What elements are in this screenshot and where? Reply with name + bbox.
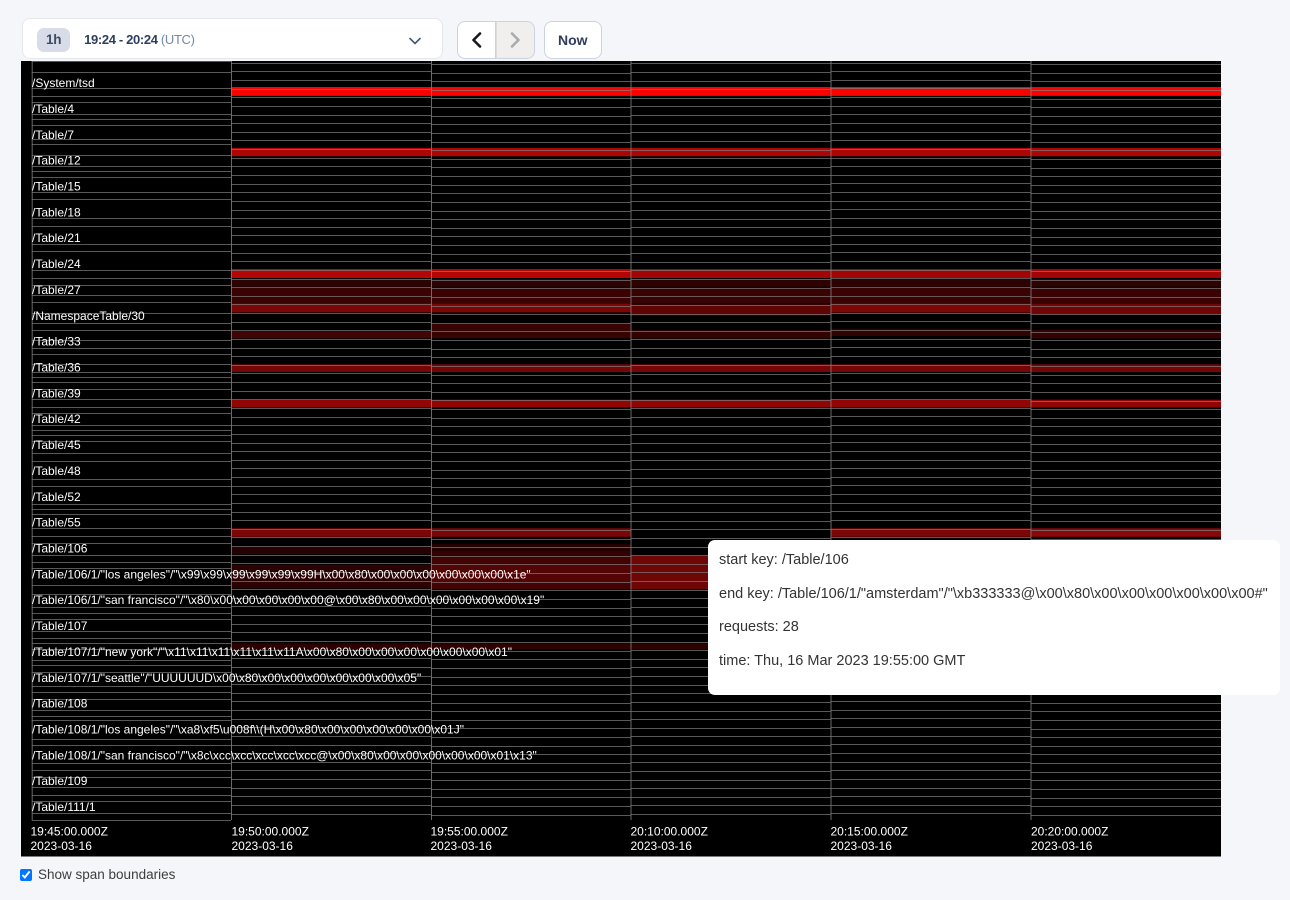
svg-text:/Table/106/1/"san francisco"/": /Table/106/1/"san francisco"/"\x80\x00\x… (32, 593, 544, 607)
svg-text:19:50:00.000Z: 19:50:00.000Z (232, 824, 309, 838)
svg-text:/NamespaceTable/30: /NamespaceTable/30 (32, 309, 145, 323)
svg-text:/Table/24: /Table/24 (32, 257, 81, 271)
svg-text:19:45:00.000Z: 19:45:00.000Z (31, 824, 108, 838)
svg-text:2023-03-16: 2023-03-16 (831, 839, 893, 853)
svg-text:/Table/27: /Table/27 (32, 283, 81, 297)
svg-text:/Table/15: /Table/15 (32, 180, 81, 194)
svg-text:/Table/108/1/"san francisco"/": /Table/108/1/"san francisco"/"\x8c\xcc\x… (32, 748, 537, 762)
svg-text:/Table/4: /Table/4 (32, 102, 74, 116)
svg-text:/Table/45: /Table/45 (32, 438, 81, 452)
svg-text:/Table/21: /Table/21 (32, 231, 81, 245)
svg-text:/Table/111/1: /Table/111/1 (32, 800, 96, 814)
svg-text:2023-03-16: 2023-03-16 (631, 839, 693, 853)
svg-text:/Table/55: /Table/55 (32, 516, 81, 530)
svg-text:20:20:00.000Z: 20:20:00.000Z (1031, 824, 1108, 838)
svg-text:/Table/107/1/"new york"/"\x11\: /Table/107/1/"new york"/"\x11\x11\x11\x1… (32, 645, 512, 659)
svg-text:/Table/106/1/"los angeles"/"\x: /Table/106/1/"los angeles"/"\x99\x99\x99… (32, 567, 531, 581)
svg-text:/System/tsd: /System/tsd (32, 76, 95, 90)
svg-text:/Table/108: /Table/108 (32, 697, 88, 711)
svg-text:/Table/109: /Table/109 (32, 774, 88, 788)
svg-text:2023-03-16: 2023-03-16 (232, 839, 294, 853)
svg-text:/Table/42: /Table/42 (32, 412, 81, 426)
svg-text:/Table/12: /Table/12 (32, 154, 81, 168)
svg-text:/Table/107: /Table/107 (32, 619, 88, 633)
svg-text:2023-03-16: 2023-03-16 (431, 839, 493, 853)
svg-text:2023-03-16: 2023-03-16 (1031, 839, 1093, 853)
svg-text:19:55:00.000Z: 19:55:00.000Z (431, 824, 508, 838)
svg-text:/Table/33: /Table/33 (32, 335, 81, 349)
svg-text:/Table/39: /Table/39 (32, 386, 81, 400)
svg-text:/Table/36: /Table/36 (32, 361, 81, 375)
svg-text:2023-03-16: 2023-03-16 (31, 839, 93, 853)
svg-text:/Table/108/1/"los angeles"/"\x: /Table/108/1/"los angeles"/"\xa8\xf5\u00… (32, 723, 464, 737)
svg-text:/Table/48: /Table/48 (32, 464, 81, 478)
svg-text:20:10:00.000Z: 20:10:00.000Z (631, 824, 708, 838)
svg-text:/Table/106: /Table/106 (32, 542, 88, 556)
svg-text:/Table/52: /Table/52 (32, 490, 81, 504)
svg-text:/Table/107/1/"seattle"/"UUUUUU: /Table/107/1/"seattle"/"UUUUUUD\x00\x80\… (32, 671, 421, 685)
svg-text:/Table/18: /Table/18 (32, 205, 81, 219)
svg-text:/Table/7: /Table/7 (32, 128, 74, 142)
svg-text:20:15:00.000Z: 20:15:00.000Z (831, 824, 908, 838)
